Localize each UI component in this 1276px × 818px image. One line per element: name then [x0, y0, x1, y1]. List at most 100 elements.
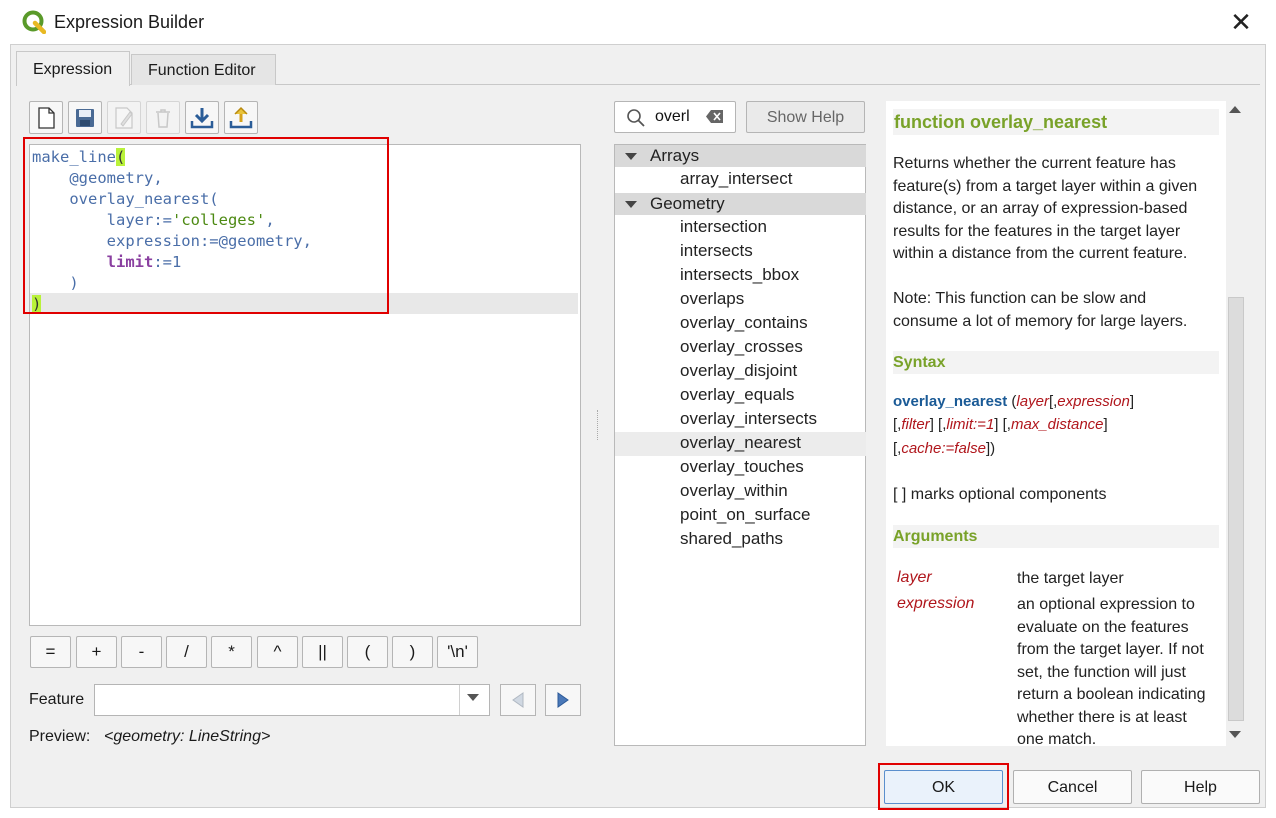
tree-item-label: array_intersect: [680, 169, 793, 188]
tree-item-array-intersect[interactable]: array_intersect: [615, 168, 866, 192]
help-button[interactable]: Help: [1141, 770, 1260, 804]
annotation-highlight-box: [23, 137, 389, 314]
search-icon: [627, 109, 645, 127]
previous-feature-button[interactable]: [500, 684, 536, 716]
tree-item-label: overlaps: [680, 289, 745, 308]
sig-arg: expression: [1057, 393, 1130, 410]
op-power-button[interactable]: ^: [257, 636, 298, 668]
next-feature-button[interactable]: [545, 684, 581, 716]
tree-item-overlay-disjoint[interactable]: overlay_disjoint: [615, 360, 866, 384]
argument-description: an optional expression to evaluate on th…: [1017, 596, 1206, 746]
op-newline-button[interactable]: '\n': [437, 636, 478, 668]
sig-arg: cache:=false: [901, 440, 986, 457]
edit-button[interactable]: [107, 101, 141, 134]
sig-function: overlay_nearest: [893, 393, 1008, 410]
op-concat-button[interactable]: ||: [302, 636, 343, 668]
annotation-highlight-box: [878, 763, 1009, 810]
import-button[interactable]: [185, 101, 219, 134]
close-icon[interactable]: ✕: [1226, 8, 1256, 38]
splitter-handle[interactable]: [597, 410, 601, 440]
op-minus-button[interactable]: -: [121, 636, 162, 668]
chevron-down-icon[interactable]: [467, 694, 479, 701]
tree-group-label: Arrays: [650, 146, 700, 165]
save-icon: [76, 108, 94, 127]
op-equals-button[interactable]: =: [30, 636, 71, 668]
delete-button[interactable]: [146, 101, 180, 134]
syntax-line-3: [,cache:=false]): [893, 440, 996, 457]
scrollbar-thumb[interactable]: [1228, 297, 1244, 721]
preview-label: Preview:: [29, 728, 91, 745]
tree-item-intersects-bbox[interactable]: intersects_bbox: [615, 264, 866, 288]
sig-arg: limit:=1: [946, 416, 995, 433]
tab-function-editor[interactable]: Function Editor: [131, 54, 276, 85]
feature-combobox[interactable]: [94, 684, 490, 716]
qgis-logo-icon: [22, 10, 46, 34]
arrow-left-icon: [512, 692, 524, 708]
tree-item-shared-paths[interactable]: shared_paths: [615, 528, 866, 552]
tree-item-label: intersection: [680, 217, 767, 236]
tree-item-point-on-surface[interactable]: point_on_surface: [615, 504, 866, 528]
new-file-button[interactable]: [29, 101, 63, 134]
op-open-paren-button[interactable]: (: [347, 636, 388, 668]
tree-group-label: Geometry: [650, 194, 725, 213]
arrow-right-icon: [557, 692, 569, 708]
tree-item-overlay-equals[interactable]: overlay_equals: [615, 384, 866, 408]
argument-description: the target layer: [1017, 570, 1124, 587]
tree-item-label: overlay_contains: [680, 313, 808, 332]
tree-item-label: overlay_intersects: [680, 409, 818, 428]
sig-arg: layer: [1016, 393, 1049, 410]
import-icon: [190, 107, 214, 128]
syntax-heading: Syntax: [893, 351, 1219, 374]
expand-caret-icon[interactable]: [625, 153, 637, 160]
tree-item-overlay-nearest[interactable]: overlay_nearest: [615, 432, 866, 456]
export-button[interactable]: [224, 101, 258, 134]
save-button[interactable]: [68, 101, 102, 134]
tree-item-label: overlay_equals: [680, 385, 795, 404]
window-title: Expression Builder: [54, 12, 205, 32]
tree-item-overlay-contains[interactable]: overlay_contains: [615, 312, 866, 336]
show-help-button[interactable]: Show Help: [746, 101, 865, 133]
clear-icon[interactable]: [705, 109, 724, 124]
export-icon: [229, 106, 253, 128]
help-description: Returns whether the current feature has …: [893, 155, 1198, 262]
feature-label: Feature: [29, 691, 85, 708]
new-file-icon: [38, 106, 55, 129]
argument-name: expression: [897, 595, 975, 612]
scroll-up-icon[interactable]: [1229, 106, 1241, 113]
tree-item-label: intersects_bbox: [680, 265, 800, 284]
tree-item-overlay-touches[interactable]: overlay_touches: [615, 456, 866, 480]
expand-caret-icon[interactable]: [625, 201, 637, 208]
syntax-line-2: [,filter] [,limit:=1] [,max_distance]: [893, 416, 1108, 433]
help-note: Note: This function can be slow and cons…: [893, 290, 1188, 330]
sig-arg: filter: [901, 416, 930, 433]
tree-item-overlay-intersects[interactable]: overlay_intersects: [615, 408, 866, 432]
tree-group-arrays[interactable]: Arrays: [615, 145, 866, 167]
op-divide-button[interactable]: /: [166, 636, 207, 668]
help-title: function overlay_nearest: [893, 109, 1219, 135]
tree-item-label: overlay_touches: [680, 457, 804, 476]
argument-name: layer: [897, 569, 932, 586]
preview-value: <geometry: LineString>: [104, 728, 271, 745]
optional-note: [ ] marks optional components: [893, 486, 1107, 503]
tree-item-label: overlay_disjoint: [680, 361, 798, 380]
op-close-paren-button[interactable]: ): [392, 636, 433, 668]
sig-arg: max_distance: [1010, 416, 1104, 433]
tree-group-geometry[interactable]: Geometry: [615, 193, 866, 215]
tree-item-overlay-within[interactable]: overlay_within: [615, 480, 866, 504]
active-tab-joint: [17, 84, 129, 86]
feature-combo-divider: [459, 685, 460, 715]
tree-item-intersects[interactable]: intersects: [615, 240, 866, 264]
tree-item-intersection[interactable]: intersection: [615, 216, 866, 240]
tree-item-overlaps[interactable]: overlaps: [615, 288, 866, 312]
op-plus-button[interactable]: +: [76, 636, 117, 668]
help-panel: function overlay_nearest Returns whether…: [886, 101, 1244, 746]
tree-item-overlay-crosses[interactable]: overlay_crosses: [615, 336, 866, 360]
scroll-down-icon[interactable]: [1229, 731, 1241, 738]
tree-item-label: intersects: [680, 241, 753, 260]
tree-item-label: overlay_crosses: [680, 337, 803, 356]
function-tree[interactable]: Arrays array_intersect Geometry intersec…: [614, 144, 866, 746]
tree-item-label: overlay_nearest: [680, 433, 801, 452]
tab-expression[interactable]: Expression: [16, 51, 130, 86]
op-multiply-button[interactable]: *: [211, 636, 252, 668]
cancel-button[interactable]: Cancel: [1013, 770, 1132, 804]
